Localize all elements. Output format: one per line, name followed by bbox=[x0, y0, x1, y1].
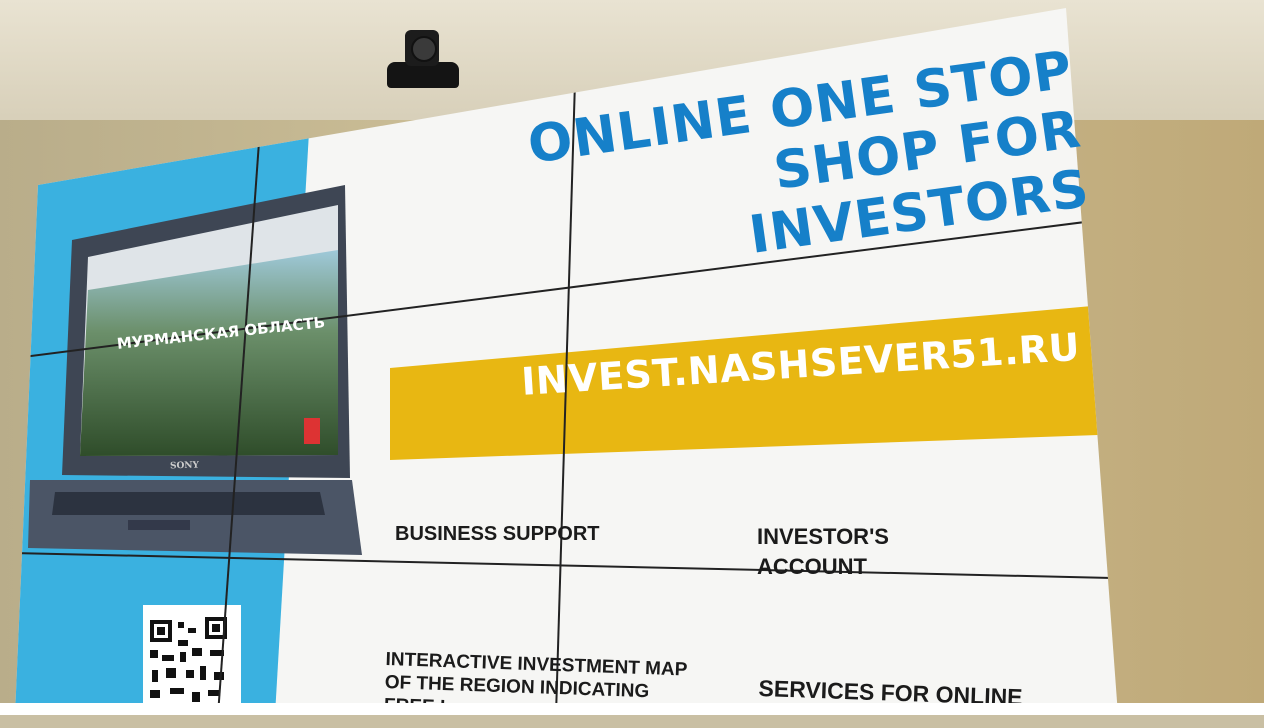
camera-icon bbox=[383, 30, 463, 90]
menu-business-support: BUSINESS SUPPORT bbox=[395, 523, 600, 545]
laptop-icon bbox=[28, 185, 362, 555]
menu-interactive-map: INTERACTIVE INVESTMENT MAP OF THE REGION… bbox=[384, 648, 688, 727]
bottom-edge bbox=[0, 703, 1264, 715]
menu-investors-account: INVESTOR'S ACCOUNT bbox=[757, 522, 889, 582]
menu-investors-account-line-1: INVESTOR'S bbox=[757, 524, 889, 549]
menu-investors-account-line-2: ACCOUNT bbox=[757, 554, 867, 579]
laptop-brand: SONY bbox=[169, 460, 200, 472]
qr-code-icon bbox=[143, 605, 241, 715]
